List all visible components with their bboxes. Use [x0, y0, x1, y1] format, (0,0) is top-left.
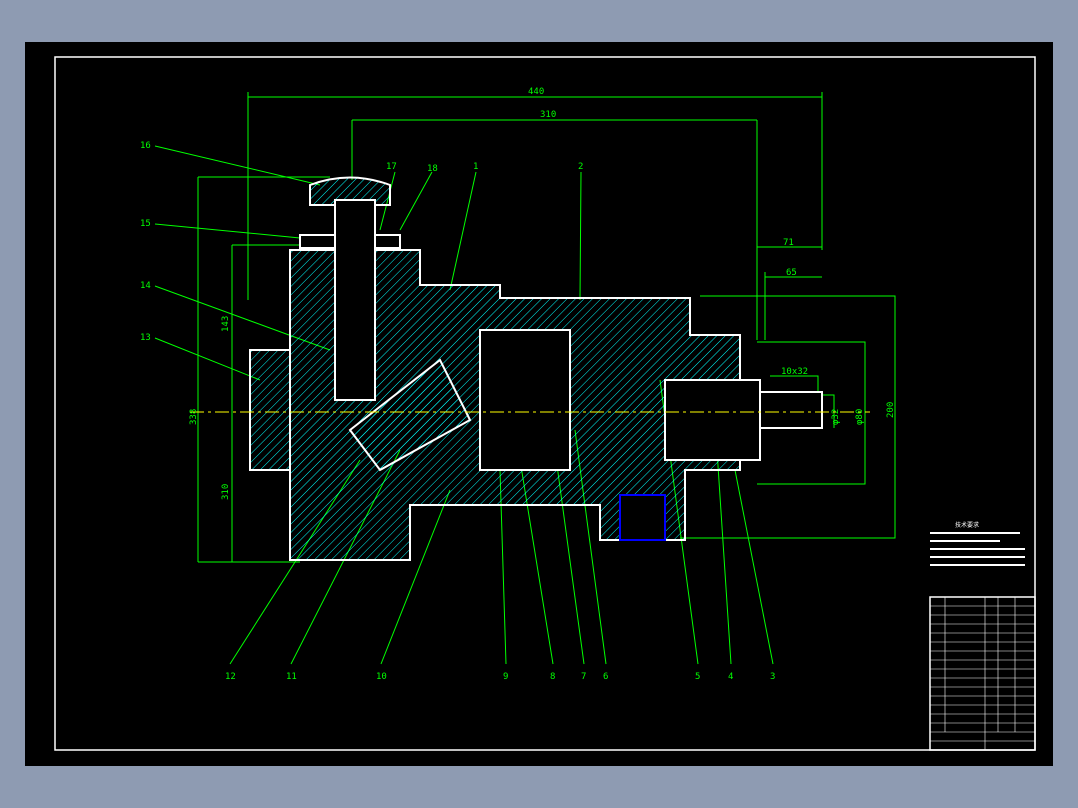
dim-71: 71 [783, 238, 794, 248]
notes-title: 技术要求 [955, 521, 979, 529]
dim-310-vertical: 310 [221, 484, 231, 500]
part-label: 10 [376, 672, 387, 682]
pump-body [249, 176, 823, 561]
part-label: 17 [386, 162, 397, 172]
dim-flange-dia: φ80 [855, 409, 865, 425]
part-label: 7 [581, 672, 586, 682]
part-label: 15 [140, 219, 151, 229]
part-label: 13 [140, 333, 151, 343]
part-label: 9 [503, 672, 508, 682]
part-label: 11 [286, 672, 297, 682]
dim-143: 143 [221, 316, 231, 332]
drawing-sheet: 440 310 71 65 10x32 φ32 φ80 200 338 143 … [25, 42, 1053, 766]
part-label: 18 [427, 164, 438, 174]
part-label: 5 [695, 672, 700, 682]
part-label: 2 [578, 162, 583, 172]
part-label: 12 [225, 672, 236, 682]
part-label: 3 [770, 672, 775, 682]
dim-338: 338 [189, 409, 199, 425]
dim-65: 65 [786, 268, 797, 278]
dim-440: 440 [528, 87, 544, 97]
parts-list-table [929, 596, 1036, 751]
part-label: 4 [728, 672, 733, 682]
part-label: 16 [140, 141, 151, 151]
technical-notes: 技术要求 [930, 521, 1025, 566]
pump-assembly-drawing: 440 310 71 65 10x32 φ32 φ80 200 338 143 … [54, 56, 1036, 751]
dim-shaft-dia: φ32 [831, 409, 841, 425]
part-label: 1 [473, 162, 478, 172]
part-label: 6 [603, 672, 608, 682]
part-label: 8 [550, 672, 555, 682]
dim-key: 10x32 [781, 367, 808, 377]
dim-310: 310 [540, 110, 556, 120]
part-label: 14 [140, 281, 151, 291]
dim-200: 200 [886, 402, 896, 418]
